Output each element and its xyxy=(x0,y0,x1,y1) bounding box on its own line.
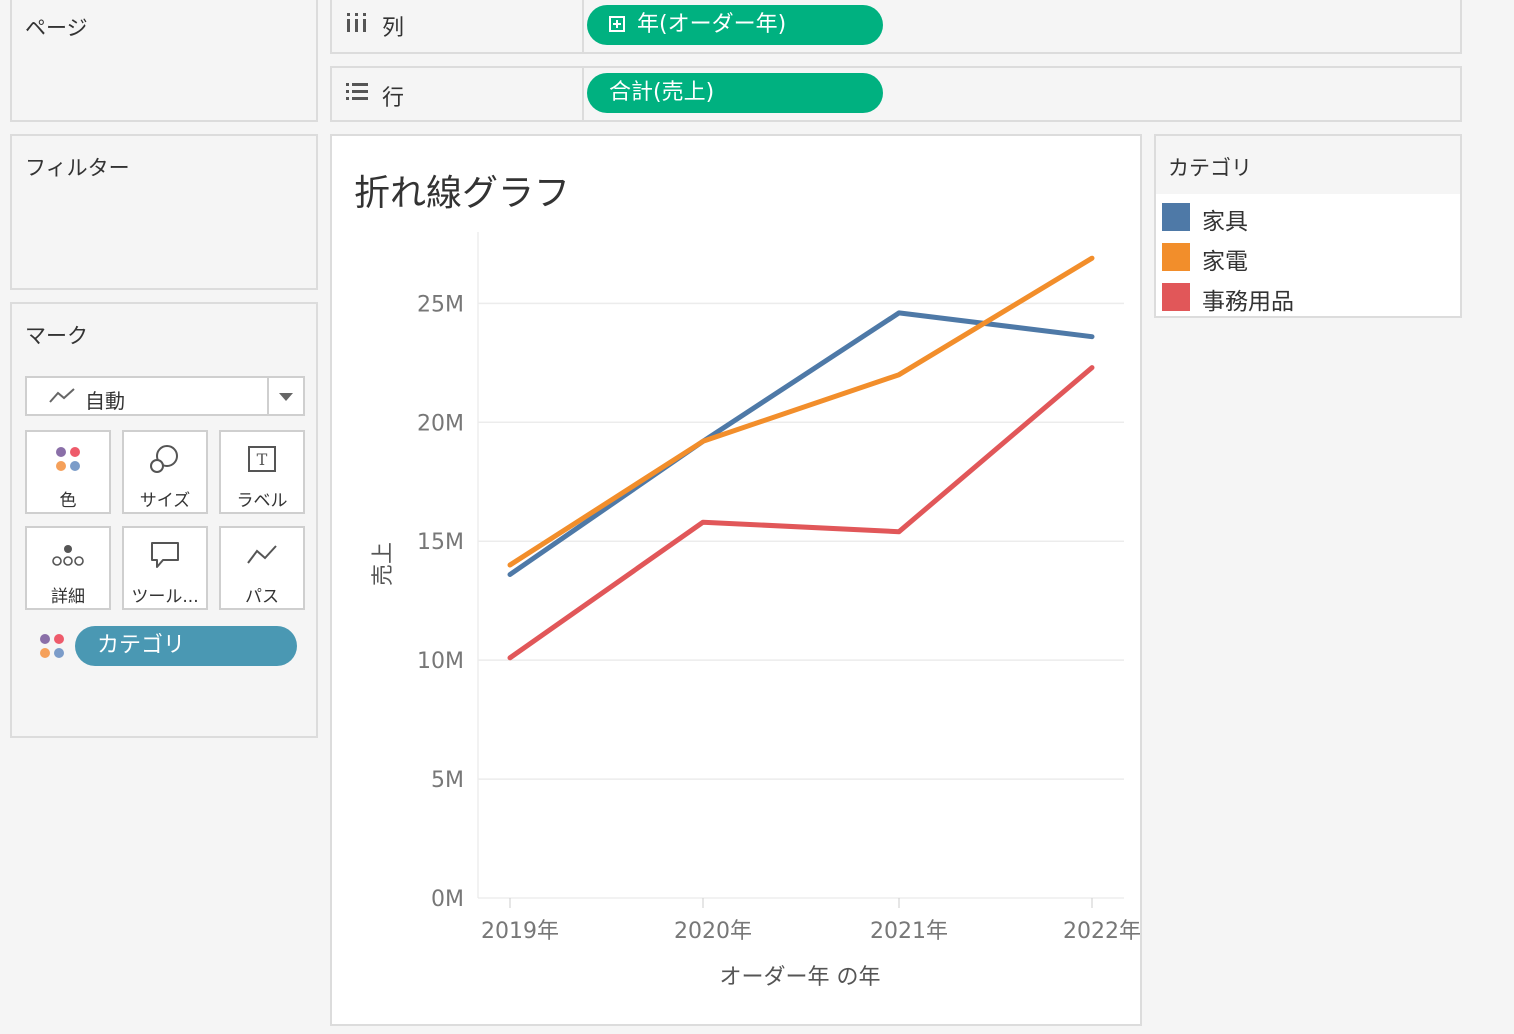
x-axis-title: オーダー年 の年 xyxy=(720,965,881,990)
color-button[interactable]: 色 xyxy=(25,430,111,514)
line-mark-icon xyxy=(49,386,75,410)
year-order-pill-label: 年(オーダー年) xyxy=(637,12,787,37)
detail-button-label: 詳細 xyxy=(51,587,85,607)
rows-shelf-label: 行 xyxy=(382,86,405,111)
marks-title: マーク xyxy=(25,324,88,348)
x-tick-label: 2020年 xyxy=(674,919,752,944)
label-button-label: ラベル xyxy=(236,491,288,511)
filters-title: フィルター xyxy=(25,156,130,180)
label-button[interactable]: T ラベル xyxy=(219,430,305,514)
mark-type-dropdown[interactable]: 自動 xyxy=(25,376,305,416)
chevron-down-icon[interactable] xyxy=(279,393,293,401)
marks-card: マーク 自動 色 サイズ T ラベル 詳細 ツール... パス カテゴリ xyxy=(10,302,318,738)
pages-card: ページ xyxy=(10,0,318,122)
x-tick-label: 2022年 xyxy=(1063,919,1140,944)
legend-swatch xyxy=(1162,283,1190,311)
legend-item-label: 家電 xyxy=(1202,249,1248,275)
y-tick-label: 0M xyxy=(431,887,464,912)
y-axis-title: 売上 xyxy=(371,542,396,586)
legend-swatch xyxy=(1162,203,1190,231)
y-tick-label: 5M xyxy=(431,768,464,793)
expand-plus-icon[interactable] xyxy=(609,16,625,32)
x-tick-label: 2019年 xyxy=(481,919,559,944)
detail-dots-icon xyxy=(27,538,109,572)
x-tick-label: 2021年 xyxy=(870,919,948,944)
size-button[interactable]: サイズ xyxy=(122,430,208,514)
columns-icon xyxy=(344,10,370,36)
sum-sales-pill[interactable]: 合計(売上) xyxy=(587,73,883,113)
color-encoding-icon xyxy=(38,632,66,664)
columns-shelf[interactable]: 列 年(オーダー年) xyxy=(330,0,1462,54)
path-icon xyxy=(221,538,303,572)
columns-shelf-label: 列 xyxy=(382,16,405,41)
category-legend: カテゴリ 家具 家電 事務用品 xyxy=(1154,134,1462,318)
detail-button[interactable]: 詳細 xyxy=(25,526,111,610)
mark-type-value: 自動 xyxy=(85,389,125,413)
path-button[interactable]: パス xyxy=(219,526,305,610)
color-dots-icon xyxy=(27,442,109,476)
size-icon xyxy=(124,442,206,476)
y-tick-label: 10M xyxy=(417,649,464,674)
line-chart: 0M 5M 10M 15M 20M 25M 2019年 2020年 2021年 2022年オーダー… xyxy=(371,232,1140,990)
color-button-label: 色 xyxy=(59,491,77,511)
path-button-label: パス xyxy=(245,587,279,607)
size-button-label: サイズ xyxy=(139,491,191,511)
legend-swatch xyxy=(1162,243,1190,271)
svg-text:T: T xyxy=(257,450,268,469)
y-tick-label: 15M xyxy=(417,530,464,555)
rows-shelf[interactable]: 行 合計(売上) xyxy=(330,66,1462,122)
y-tick-label: 25M xyxy=(417,292,464,317)
series-line xyxy=(507,255,1095,568)
legend-item-label: 事務用品 xyxy=(1202,289,1294,315)
year-order-pill[interactable]: 年(オーダー年) xyxy=(587,5,883,45)
tooltip-icon xyxy=(124,538,206,572)
sum-sales-pill-label: 合計(売上) xyxy=(609,80,715,105)
chart-card: 折れ線グラフ 0M 5M 10M 15M 20M 25M 2019年 2020年 2021年 20… xyxy=(330,134,1142,1026)
filters-card[interactable]: フィルター xyxy=(10,134,318,290)
legend-item-label: 家具 xyxy=(1202,209,1248,235)
legend-title: カテゴリ xyxy=(1168,156,1252,180)
tooltip-button[interactable]: ツール... xyxy=(122,526,208,610)
rows-icon xyxy=(344,80,370,106)
category-color-pill[interactable]: カテゴリ xyxy=(75,626,297,666)
pages-title: ページ xyxy=(25,16,88,40)
y-tick-label: 20M xyxy=(417,411,464,436)
tooltip-button-label: ツール... xyxy=(131,587,199,607)
text-label-icon: T xyxy=(221,442,303,476)
